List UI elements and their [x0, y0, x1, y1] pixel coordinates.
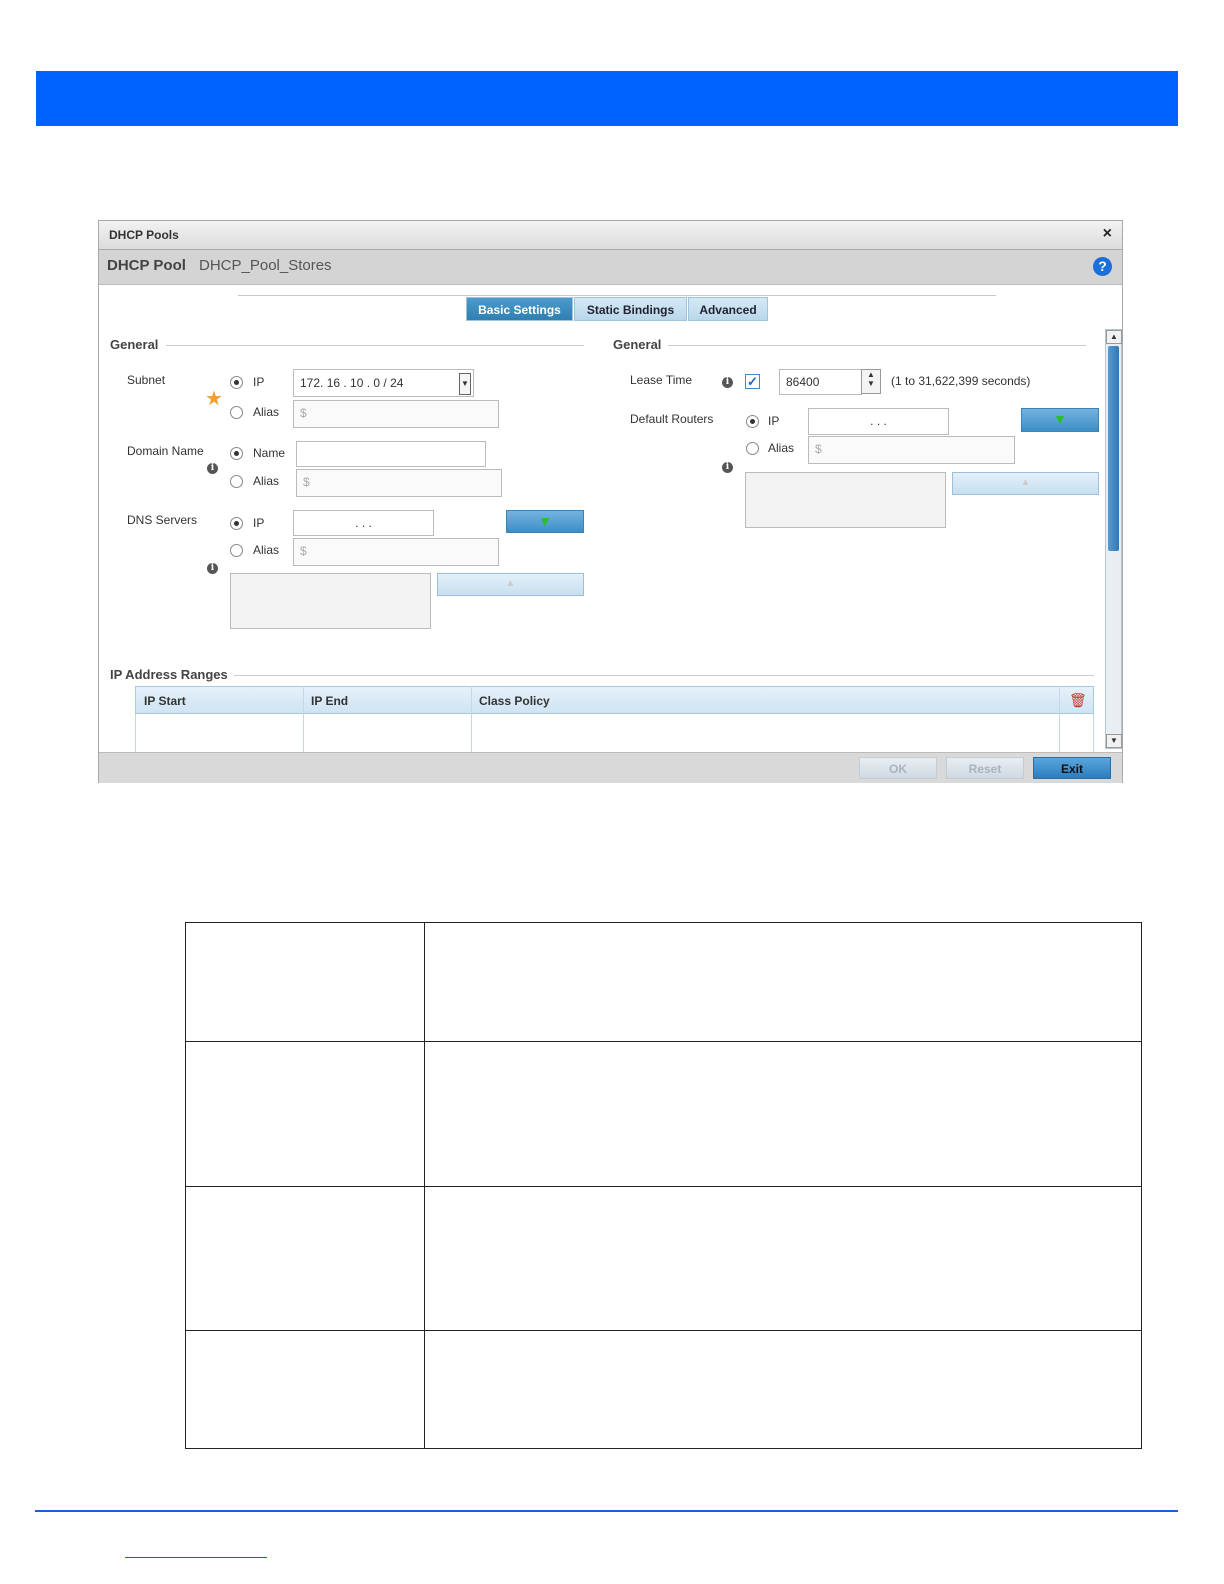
- info-icon[interactable]: i: [207, 463, 218, 474]
- help-icon[interactable]: ?: [1093, 257, 1112, 276]
- lease-time-spinner[interactable]: ▲ ▼: [861, 369, 881, 394]
- lease-time-value: 86400: [786, 375, 820, 389]
- dns-alias-input[interactable]: $: [293, 538, 499, 566]
- dialog-subheader: DHCP Pool DHCP_Pool_Stores ?: [99, 250, 1122, 285]
- dns-ip-radio[interactable]: [230, 517, 243, 530]
- routers-ip-radio[interactable]: [746, 415, 759, 428]
- dns-servers-list[interactable]: [230, 573, 431, 629]
- tab-advanced[interactable]: Advanced: [688, 297, 768, 321]
- lease-time-checkbox[interactable]: ✓: [745, 374, 760, 389]
- green-down-arrow-icon: ▼: [538, 513, 552, 529]
- routers-ip-option: IP: [768, 414, 780, 428]
- dns-ip-input[interactable]: . . .: [293, 510, 434, 536]
- section-divider: [234, 675, 1094, 676]
- domain-alias-placeholder: $: [303, 475, 310, 489]
- dns-servers-label: DNS Servers: [127, 513, 198, 527]
- routers-alias-radio[interactable]: [746, 442, 759, 455]
- tab-basic-settings[interactable]: Basic Settings: [466, 297, 573, 321]
- default-routers-label: Default Routers: [630, 412, 714, 426]
- subnet-ip-radio[interactable]: [230, 376, 243, 389]
- domain-name-label: Domain Name: [127, 444, 204, 458]
- dns-alias-option: Alias: [253, 543, 280, 557]
- up-arrow-icon: ▲: [505, 578, 516, 589]
- page-footer-link-underline: [125, 1557, 267, 1558]
- table-row-divider: [186, 1041, 1141, 1042]
- up-arrow-icon: ▲: [1020, 477, 1031, 488]
- dialog-titlebar: DHCP Pools ×: [99, 221, 1122, 250]
- pool-name: DHCP_Pool_Stores: [199, 257, 332, 274]
- parameter-table: [185, 922, 1142, 1449]
- column-header-class-policy[interactable]: Class Policy: [479, 694, 550, 708]
- subheader-label: DHCP Pool: [107, 257, 186, 274]
- routers-add-button[interactable]: ▼: [1021, 408, 1099, 432]
- dhcp-pools-dialog: DHCP Pools × DHCP Pool DHCP_Pool_Stores …: [98, 220, 1123, 783]
- routers-alias-input[interactable]: $: [808, 436, 1015, 464]
- lease-time-input[interactable]: 86400: [779, 369, 862, 395]
- column-header-ip-start[interactable]: IP Start: [144, 694, 186, 708]
- subnet-alias-placeholder: $: [300, 406, 307, 420]
- document-header-band: [36, 71, 1178, 126]
- green-down-arrow-icon: ▼: [1053, 411, 1067, 427]
- general-section-title-left: General: [110, 337, 159, 352]
- domain-alias-option: Alias: [253, 474, 280, 488]
- dns-ip-value: . . .: [355, 516, 372, 530]
- spin-down-icon[interactable]: ▼: [862, 379, 880, 388]
- routers-ip-value: . . .: [870, 414, 887, 428]
- info-icon[interactable]: i: [722, 462, 733, 473]
- subnet-alias-radio[interactable]: [230, 406, 243, 419]
- ok-button[interactable]: OK: [859, 757, 937, 779]
- domain-alias-input[interactable]: $: [296, 469, 502, 497]
- subnet-alias-option: Alias: [253, 405, 280, 419]
- scroll-down-icon[interactable]: ▼: [1106, 734, 1122, 748]
- scrollbar-thumb[interactable]: [1108, 346, 1119, 551]
- section-divider: [668, 345, 1086, 346]
- subnet-ip-option: IP: [253, 375, 265, 389]
- dns-add-button[interactable]: ▼: [506, 510, 584, 533]
- subnet-ip-input[interactable]: 172. 16 . 10 . 0 / 24 ▼: [293, 369, 474, 397]
- column-header-ip-end[interactable]: IP End: [311, 694, 348, 708]
- dialog-footer: OK Reset Exit: [99, 752, 1122, 783]
- section-divider: [166, 345, 584, 346]
- scroll-up-icon[interactable]: ▲: [1106, 330, 1122, 344]
- routers-alias-option: Alias: [768, 441, 795, 455]
- subnet-label: Subnet: [127, 373, 166, 387]
- domain-name-input[interactable]: [296, 441, 486, 467]
- subnet-ip-value: 172. 16 . 10 . 0 / 24: [300, 376, 404, 390]
- routers-ip-input[interactable]: . . .: [808, 408, 949, 435]
- ip-ranges-table-header: IP Start IP End Class Policy 🗑: [135, 686, 1094, 714]
- tab-divider: [238, 295, 996, 296]
- chevron-down-icon[interactable]: ▼: [459, 373, 471, 395]
- dialog-title: DHCP Pools: [109, 228, 179, 242]
- exit-button[interactable]: Exit: [1033, 757, 1111, 779]
- info-icon[interactable]: i: [207, 563, 218, 574]
- close-icon[interactable]: ×: [1103, 225, 1112, 243]
- dns-alias-placeholder: $: [300, 544, 307, 558]
- dns-alias-radio[interactable]: [230, 544, 243, 557]
- routers-alias-placeholder: $: [815, 442, 822, 456]
- ip-ranges-section-title: IP Address Ranges: [110, 667, 228, 682]
- domain-name-radio[interactable]: [230, 447, 243, 460]
- lease-time-range-hint: (1 to 31,622,399 seconds): [891, 374, 1031, 388]
- dns-ip-option: IP: [253, 516, 265, 530]
- table-row-divider: [186, 1186, 1141, 1187]
- required-star-icon: ★: [205, 388, 223, 410]
- routers-remove-button[interactable]: ▲: [952, 472, 1099, 495]
- dns-remove-button[interactable]: ▲: [437, 573, 584, 596]
- domain-alias-radio[interactable]: [230, 475, 243, 488]
- default-routers-list[interactable]: [745, 472, 946, 528]
- lease-time-label: Lease Time: [630, 373, 693, 387]
- tab-static-bindings[interactable]: Static Bindings: [574, 297, 687, 321]
- trash-icon[interactable]: 🗑: [1069, 692, 1087, 709]
- reset-button[interactable]: Reset: [946, 757, 1024, 779]
- table-row[interactable]: [135, 714, 1094, 752]
- subnet-alias-input[interactable]: $: [293, 400, 499, 428]
- domain-name-option: Name: [253, 446, 286, 460]
- page-footer-rule: [35, 1510, 1178, 1512]
- general-section-title-right: General: [613, 337, 662, 352]
- spin-up-icon[interactable]: ▲: [862, 370, 880, 379]
- table-row-divider: [186, 1330, 1141, 1331]
- info-icon[interactable]: i: [722, 377, 733, 388]
